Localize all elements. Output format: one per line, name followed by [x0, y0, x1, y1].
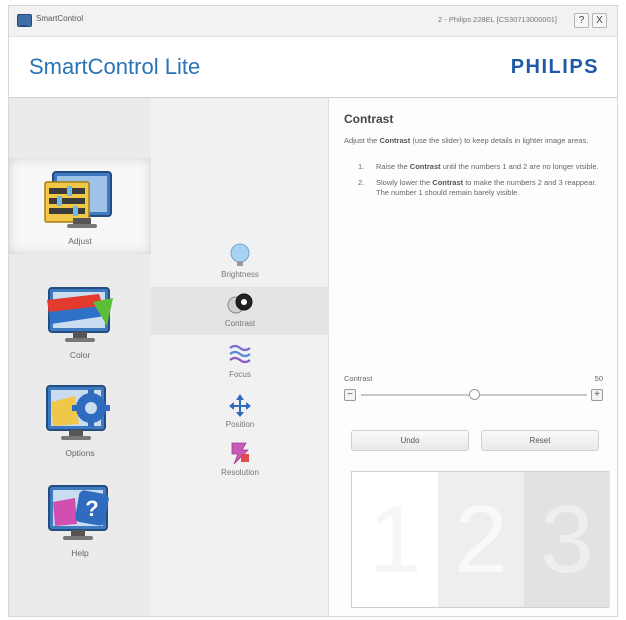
- sidebar-item-label: Help: [71, 548, 89, 558]
- color-icon: [47, 287, 113, 342]
- contrast-icon: [227, 293, 253, 314]
- panel-description: Adjust the Contrast (use the slider) to …: [344, 136, 606, 146]
- slider-increase-button[interactable]: +: [591, 389, 603, 401]
- content-panel: Contrast Adjust the Contrast (use the sl…: [329, 98, 617, 616]
- step-text: Slowly lower the: [376, 178, 433, 187]
- submenu-item-position[interactable]: Position: [151, 388, 329, 436]
- brightness-icon: [230, 243, 250, 266]
- submenu-item-label: Focus: [229, 370, 251, 379]
- step-number: 2.: [358, 178, 365, 187]
- step-bold: Contrast: [409, 162, 441, 171]
- step-text: Raise the: [376, 162, 410, 171]
- submenu-item-contrast[interactable]: Contrast: [151, 287, 329, 335]
- sidebar-item-help[interactable]: ? Help: [9, 470, 151, 566]
- options-icon: [46, 385, 110, 440]
- brand-logo: PHILIPS: [510, 56, 599, 78]
- test-pattern-cell: 1: [352, 472, 438, 607]
- sidebar-item-options[interactable]: Options: [9, 370, 151, 466]
- desc-bold: Contrast: [379, 136, 411, 145]
- submenu-item-label: Contrast: [224, 319, 256, 328]
- help-icon: ?: [48, 485, 109, 540]
- contrast-slider-thumb[interactable]: [468, 389, 480, 400]
- monitor-info: 2 - Philips 228EL [CS30713000001]: [438, 15, 557, 24]
- help-button[interactable]: ?: [574, 13, 589, 28]
- smartcontrol-window: SmartControl 2 - Philips 228EL [CS307130…: [8, 5, 618, 617]
- test-digit: 2: [454, 486, 508, 593]
- step-bold: Contrast: [432, 178, 464, 187]
- monitor-icon: [17, 14, 32, 27]
- sidebar-item-label: Color: [69, 350, 91, 360]
- panel-title: Contrast: [344, 112, 394, 126]
- step-number: 1.: [358, 162, 365, 171]
- test-digit: 3: [540, 486, 594, 593]
- sidebar-item-adjust[interactable]: Adjust: [9, 158, 151, 254]
- close-button[interactable]: X: [592, 13, 607, 28]
- desc-text: (use the slider) to keep details in ligh…: [410, 136, 589, 145]
- contrast-slider-value: 50: [594, 374, 603, 383]
- contrast-test-pattern: 1 2 3: [351, 471, 610, 608]
- test-pattern-cell: 3: [524, 472, 610, 607]
- instruction-steps: 1. Raise the Contrast until the numbers 1…: [344, 162, 606, 204]
- title-bar: SmartControl 2 - Philips 228EL [CS307130…: [9, 6, 617, 37]
- submenu-item-label: Position: [225, 420, 255, 429]
- contrast-slider-label: Contrast: [344, 374, 373, 383]
- sidebar-item-color[interactable]: Color: [9, 272, 151, 368]
- submenu-item-brightness[interactable]: Brightness: [151, 238, 329, 286]
- resolution-icon: [231, 442, 249, 465]
- slider-decrease-button[interactable]: −: [344, 389, 356, 401]
- submenu: Brightness Contrast Focus Position Resol…: [151, 98, 329, 616]
- adjust-icon: [44, 171, 112, 228]
- window-title: SmartControl: [36, 14, 84, 23]
- submenu-item-label: Brightness: [221, 270, 259, 279]
- reset-button[interactable]: Reset: [481, 430, 599, 451]
- app-header: SmartControl Lite PHILIPS: [9, 37, 617, 98]
- submenu-item-resolution[interactable]: Resolution: [151, 436, 329, 484]
- submenu-item-label: Resolution: [221, 468, 259, 477]
- instruction-step: 2. Slowly lower the Contrast to make the …: [344, 178, 606, 198]
- sidebar-item-label: Adjust: [68, 236, 92, 246]
- undo-button[interactable]: Undo: [351, 430, 469, 451]
- test-pattern-cell: 2: [438, 472, 524, 607]
- svg-text:?: ?: [85, 496, 98, 521]
- step-text: until the numbers 1 and 2 are no longer …: [440, 162, 599, 171]
- test-digit: 1: [368, 486, 422, 593]
- sidebar: Adjust Color Options ? Help: [9, 98, 151, 616]
- instruction-step: 1. Raise the Contrast until the numbers 1…: [344, 162, 606, 172]
- submenu-item-focus[interactable]: Focus: [151, 338, 329, 386]
- desc-text: Adjust the: [344, 136, 380, 145]
- app-name: SmartControl Lite: [29, 54, 201, 79]
- focus-icon: [229, 344, 251, 364]
- sidebar-item-label: Options: [65, 448, 95, 458]
- position-icon: [229, 394, 251, 417]
